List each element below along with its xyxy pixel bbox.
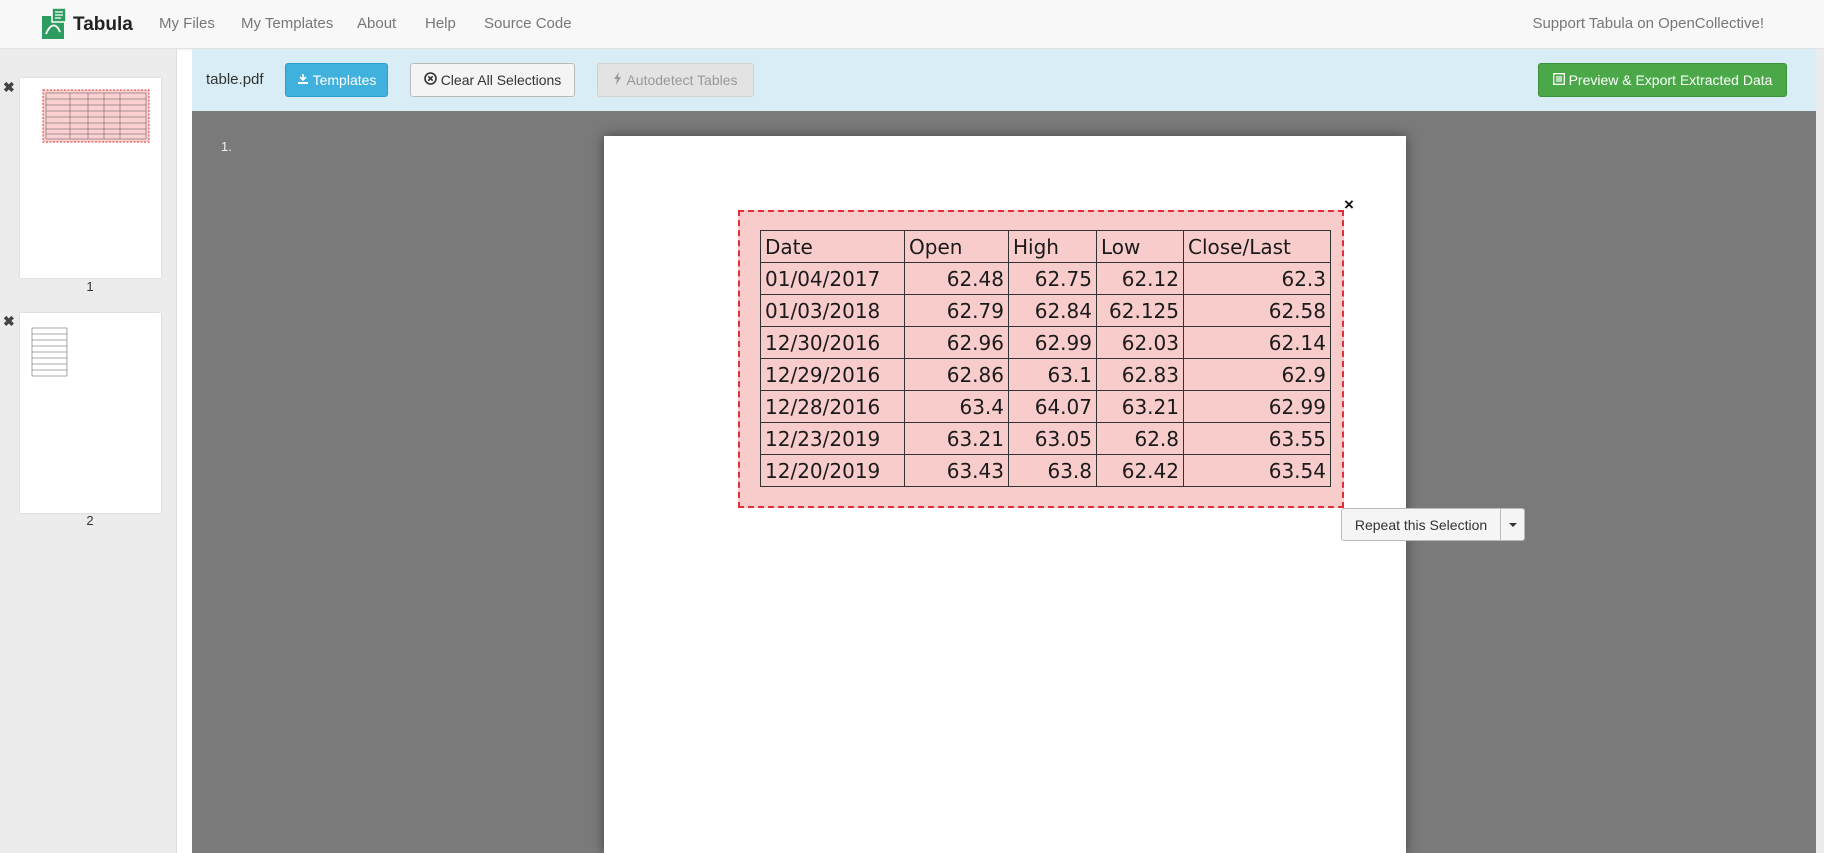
- tabula-logo-icon: [42, 7, 69, 39]
- table-cell: 63.21: [1096, 390, 1184, 423]
- table-row: 12/28/2016 63.4 64.07 63.21 62.99: [760, 390, 1331, 423]
- table-cell: 63.4: [904, 390, 1009, 423]
- table-cell: 63.54: [1183, 454, 1331, 487]
- table-cell: 63.05: [1008, 422, 1097, 455]
- preview-export-label: Preview & Export Extracted Data: [1568, 72, 1773, 88]
- table-cell: 62.3: [1183, 262, 1331, 295]
- table-cell: 01/03/2018: [760, 294, 905, 327]
- repeat-selection-button[interactable]: Repeat this Selection: [1341, 508, 1501, 541]
- nav-help[interactable]: Help: [425, 15, 456, 32]
- right-scrollbar[interactable]: [1816, 49, 1824, 853]
- page-1-thumbnail[interactable]: [20, 78, 161, 278]
- page-number: 2: [86, 513, 94, 528]
- table-cell: 63.8: [1008, 454, 1097, 487]
- page-label: 1.: [221, 139, 232, 154]
- page-thumbnail-sidebar: ✖ 1 ✖ 2: [0, 49, 177, 853]
- column-header: Low: [1096, 230, 1184, 263]
- column-header: Date: [760, 230, 905, 263]
- template-icon: [297, 72, 309, 88]
- autodetect-tables-button[interactable]: Autodetect Tables: [597, 63, 754, 97]
- remove-page-icon[interactable]: ✖: [3, 313, 15, 330]
- table-cell: 62.99: [1183, 390, 1331, 423]
- nav-about[interactable]: About: [357, 15, 396, 32]
- table-cell: 63.21: [904, 422, 1009, 455]
- table-cell: 62.84: [1008, 294, 1097, 327]
- table-row: 12/29/2016 62.86 63.1 62.83 62.9: [760, 358, 1331, 391]
- brand[interactable]: Tabula: [42, 7, 133, 39]
- table-cell: 12/23/2019: [760, 422, 905, 455]
- lightning-icon: [613, 72, 622, 88]
- page-number: 1: [86, 279, 94, 294]
- document-toolbar: table.pdf Templates Clear All Selections…: [192, 49, 1816, 111]
- table-header-row: Date Open High Low Close/Last: [760, 230, 1331, 263]
- clear-all-selections-button[interactable]: Clear All Selections: [410, 63, 575, 97]
- repeat-selection-group: Repeat this Selection: [1341, 508, 1525, 541]
- table-cell: 62.48: [904, 262, 1009, 295]
- table-cell: 63.43: [904, 454, 1009, 487]
- table-cell: 62.86: [904, 358, 1009, 391]
- table-cell: 62.8: [1096, 422, 1184, 455]
- nav-source-code[interactable]: Source Code: [484, 15, 572, 32]
- document-filename: table.pdf: [206, 71, 264, 88]
- table-cell: 62.75: [1008, 262, 1097, 295]
- nav-support-link[interactable]: Support Tabula on OpenCollective!: [1532, 15, 1764, 32]
- thumbnail-table-preview: [31, 327, 68, 377]
- table-cell: 62.83: [1096, 358, 1184, 391]
- top-navbar: Tabula My Files My Templates About Help …: [0, 0, 1824, 49]
- table-cell: 64.07: [1008, 390, 1097, 423]
- table-cell: 62.03: [1096, 326, 1184, 359]
- table-cell: 62.42: [1096, 454, 1184, 487]
- table-cell: 62.12: [1096, 262, 1184, 295]
- table-row: 12/23/2019 63.21 63.05 62.8 63.55: [760, 422, 1331, 455]
- table-cell: 12/20/2019: [760, 454, 905, 487]
- table-cell: 62.99: [1008, 326, 1097, 359]
- clear-all-selections-label: Clear All Selections: [440, 72, 562, 88]
- table-row: 01/03/2018 62.79 62.84 62.125 62.58: [760, 294, 1331, 327]
- table-row: 12/20/2019 63.43 63.8 62.42 63.54: [760, 454, 1331, 487]
- table-cell: 63.1: [1008, 358, 1097, 391]
- brand-name: Tabula: [73, 13, 133, 35]
- table-row: 12/30/2016 62.96 62.99 62.03 62.14: [760, 326, 1331, 359]
- table-cell: 62.79: [904, 294, 1009, 327]
- thumbnail-table-preview: [42, 89, 150, 143]
- table-cell: 62.125: [1096, 294, 1184, 327]
- column-header: High: [1008, 230, 1097, 263]
- table-cell: 63.55: [1183, 422, 1331, 455]
- table-list-icon: [1552, 72, 1565, 88]
- nav-my-files[interactable]: My Files: [159, 15, 215, 32]
- column-header: Close/Last: [1183, 230, 1331, 263]
- templates-button[interactable]: Templates: [285, 63, 388, 97]
- nav-my-templates[interactable]: My Templates: [241, 15, 333, 32]
- clear-circle-icon: [423, 72, 437, 88]
- column-header: Open: [904, 230, 1009, 263]
- preview-export-button[interactable]: Preview & Export Extracted Data: [1538, 63, 1787, 97]
- page-2-thumbnail[interactable]: [20, 313, 161, 513]
- pdf-table: Date Open High Low Close/Last 01/04/2017…: [760, 230, 1331, 487]
- table-cell: 62.9: [1183, 358, 1331, 391]
- table-cell: 12/29/2016: [760, 358, 905, 391]
- table-cell: 62.14: [1183, 326, 1331, 359]
- remove-page-icon[interactable]: ✖: [3, 79, 15, 96]
- table-cell: 12/30/2016: [760, 326, 905, 359]
- templates-label: Templates: [312, 72, 377, 88]
- close-selection-icon[interactable]: ×: [1344, 195, 1354, 215]
- table-cell: 62.58: [1183, 294, 1331, 327]
- table-cell: 01/04/2017: [760, 262, 905, 295]
- table-row: 01/04/2017 62.48 62.75 62.12 62.3: [760, 262, 1331, 295]
- caret-down-icon: [1508, 522, 1517, 527]
- table-cell: 12/28/2016: [760, 390, 905, 423]
- repeat-selection-dropdown-toggle[interactable]: [1501, 508, 1525, 541]
- autodetect-tables-label: Autodetect Tables: [626, 72, 738, 88]
- table-cell: 62.96: [904, 326, 1009, 359]
